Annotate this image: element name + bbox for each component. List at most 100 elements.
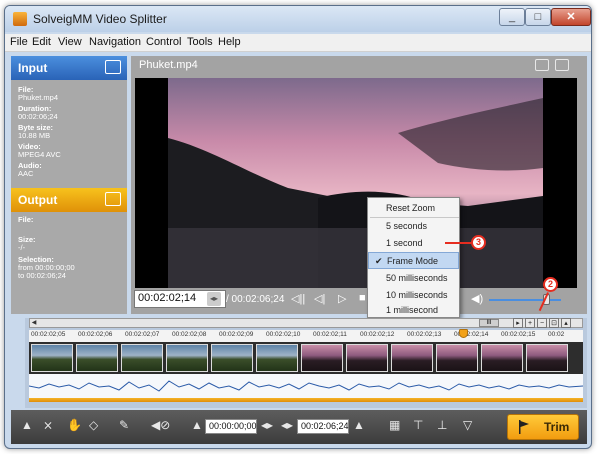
current-time-value: 00:02:02;14 xyxy=(138,292,197,304)
frame-thumbnail[interactable] xyxy=(526,344,568,372)
frame-thumbnail[interactable] xyxy=(436,344,478,372)
stop-button[interactable]: ■ xyxy=(359,292,366,304)
save-icon[interactable] xyxy=(105,192,121,206)
current-time-input[interactable]: 00:02:02;14 ◂▸ xyxy=(134,290,226,308)
split-icon[interactable]: ⊤ xyxy=(413,418,423,432)
menu-tools[interactable]: Tools xyxy=(187,36,213,48)
maximize-button[interactable]: □ xyxy=(525,8,551,26)
zoom-out-icon[interactable]: − xyxy=(537,318,547,328)
film-icon[interactable]: ▦ xyxy=(389,418,400,432)
checkmark-icon: ✔ xyxy=(375,256,383,266)
marker-up-icon[interactable]: ▲ xyxy=(21,418,33,432)
annotation-badge-2: 2 xyxy=(543,277,558,292)
edit-icon[interactable]: ✎ xyxy=(119,418,129,432)
camera-icon[interactable] xyxy=(535,59,549,71)
window-title: SolveigMM Video Splitter xyxy=(33,12,167,26)
frame-thumbnail[interactable] xyxy=(211,344,253,372)
menu-item-frame-mode[interactable]: ✔ Frame Mode xyxy=(368,252,459,269)
sunset-scene xyxy=(168,78,543,288)
menu-item-reset-zoom[interactable]: Reset Zoom xyxy=(368,200,459,217)
frame-thumbnail[interactable] xyxy=(76,344,118,372)
tick-label: 00:02:02;06 xyxy=(78,331,113,338)
menu-item-50-ms[interactable]: 50 milliseconds xyxy=(368,270,459,287)
scroll-left-button[interactable]: ◀ xyxy=(30,319,38,327)
start-spinner-icon[interactable]: ◂▸ xyxy=(261,418,273,432)
timeline-scrollbar[interactable]: ◀ III ▸ + − ⊡ ▴ xyxy=(29,318,583,328)
time-spinner[interactable]: ◂▸ xyxy=(207,292,221,306)
audio-label: Audio: xyxy=(18,161,42,170)
frame-thumbnail[interactable] xyxy=(481,344,523,372)
frame-thumbnail[interactable] xyxy=(31,344,73,372)
frame-thumbnail[interactable] xyxy=(121,344,163,372)
trim-label: Trim xyxy=(544,420,570,434)
annotation-badge-3: 3 xyxy=(471,235,486,250)
tick-label: 00:02:02;07 xyxy=(125,331,160,338)
video-frame-container xyxy=(135,78,577,288)
end-time-input[interactable]: 00:02:06;24 xyxy=(297,419,349,434)
title-bar: SolveigMM Video Splitter _ □ ✕ xyxy=(5,6,591,32)
hand-icon[interactable]: ✋ xyxy=(67,418,82,432)
mute-icon[interactable]: ◀⊘ xyxy=(151,418,170,432)
audio-waveform[interactable] xyxy=(28,374,584,398)
zoom-context-menu: Reset Zoom 5 seconds 1 second ✔ Frame Mo… xyxy=(367,197,460,318)
duration-value: 00:02:06;24 xyxy=(18,112,58,121)
prev-frame-button[interactable]: ◁| xyxy=(314,292,325,305)
menu-item-5-seconds[interactable]: 5 seconds xyxy=(368,218,459,235)
duration-display: / 00:02:06;24 xyxy=(226,294,285,305)
tick-label: 00:02:02;09 xyxy=(219,331,254,338)
menu-file[interactable]: File xyxy=(10,36,28,48)
play-button[interactable]: ▷ xyxy=(338,292,346,305)
collapse-icon[interactable]: ▽ xyxy=(463,418,472,432)
app-window: SolveigMM Video Splitter _ □ ✕ File Edit… xyxy=(4,5,592,449)
zoom-fit-icon[interactable]: ⊡ xyxy=(549,318,559,328)
folder-icon[interactable] xyxy=(105,60,121,74)
menu-control[interactable]: Control xyxy=(146,36,181,48)
start-marker-icon[interactable]: ▲ xyxy=(191,418,203,432)
thumbnail-strip xyxy=(29,342,583,374)
frame-thumbnail[interactable] xyxy=(346,344,388,372)
selection-to: to 00:02:06;24 xyxy=(18,271,66,280)
output-info: File: Size: -/- Selection: from 00:00:00… xyxy=(18,216,123,280)
selection-range-bar[interactable] xyxy=(29,398,583,402)
menu-bar: File Edit View Navigation Control Tools … xyxy=(5,34,591,52)
frame-thumbnail[interactable] xyxy=(301,344,343,372)
playhead-marker-icon[interactable] xyxy=(459,329,468,338)
start-time-input[interactable]: 00:00:00;00 xyxy=(205,419,257,434)
end-spinner-icon[interactable]: ◂▸ xyxy=(281,418,293,432)
menu-help[interactable]: Help xyxy=(218,36,241,48)
join-icon[interactable]: ⊥ xyxy=(437,418,447,432)
frame-thumbnail[interactable] xyxy=(256,344,298,372)
input-header-label: Input xyxy=(18,61,48,75)
trim-button[interactable]: Trim xyxy=(507,414,579,440)
output-file-label: File: xyxy=(18,215,34,224)
comment-icon[interactable]: ◇ xyxy=(89,418,98,432)
output-panel-header: Output xyxy=(11,188,127,212)
video-value: MPEG4 AVC xyxy=(18,150,61,159)
close-button[interactable]: ✕ xyxy=(551,8,591,26)
scroll-thumb[interactable]: III xyxy=(479,319,499,327)
video-filename: Phuket.mp4 xyxy=(139,59,198,71)
volume-slider[interactable] xyxy=(489,299,561,301)
timeline-ruler: 00:02:02;05 00:02:02;06 00:02:02;07 00:0… xyxy=(29,330,583,342)
volume-icon[interactable]: ◀) xyxy=(471,292,483,305)
menu-view[interactable]: View xyxy=(58,36,82,48)
input-info: File: Phuket.mp4 Duration: 00:02:06;24 B… xyxy=(18,86,123,178)
menu-item-1-ms[interactable]: 1 millisecond xyxy=(368,302,459,319)
frame-thumbnail[interactable] xyxy=(391,344,433,372)
app-logo-icon xyxy=(13,12,27,26)
tick-label: 00:02:02;12 xyxy=(360,331,395,338)
zoom-in-icon[interactable]: + xyxy=(525,318,535,328)
menu-navigation[interactable]: Navigation xyxy=(89,36,141,48)
prev-keyframe-button[interactable]: ◁|| xyxy=(291,292,305,305)
waveform-graph xyxy=(28,380,584,392)
timeline-panel: ◀ III ▸ + − ⊡ ▴ 00:02:02;05 00:02:02;06 … xyxy=(25,318,587,408)
minimize-button[interactable]: _ xyxy=(499,8,525,26)
frame-thumbnail[interactable] xyxy=(166,344,208,372)
tick-label: 00:02 xyxy=(548,331,565,338)
scroll-right-button[interactable]: ▸ xyxy=(513,318,523,328)
menu-edit[interactable]: Edit xyxy=(32,36,51,48)
delete-marker-icon[interactable]: ⨯ xyxy=(43,418,53,432)
zoom-mode-icon[interactable]: ▴ xyxy=(561,318,571,328)
end-marker-icon[interactable]: ▲ xyxy=(353,418,365,432)
snapshot-icon[interactable] xyxy=(555,59,569,71)
